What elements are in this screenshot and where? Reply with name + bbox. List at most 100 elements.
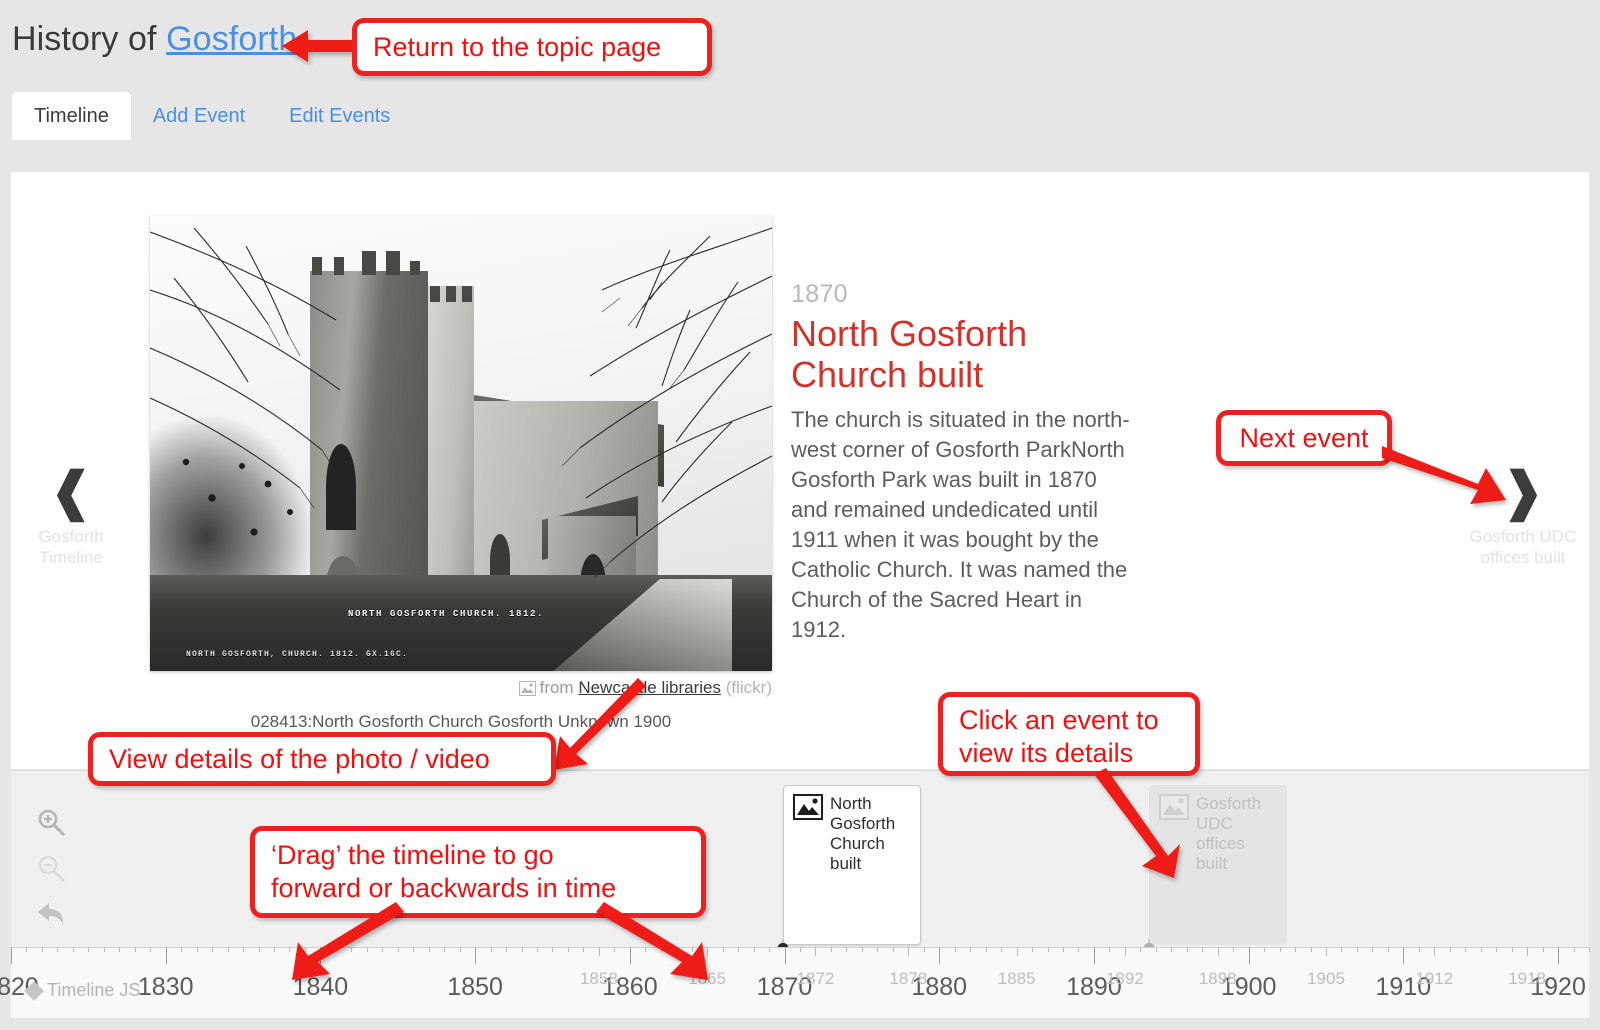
- axis-label-major: 1850: [447, 973, 503, 1001]
- annotation-click-event: Click an event to view its details: [938, 692, 1200, 776]
- axis-tick: [738, 947, 740, 952]
- timeline-track[interactable]: North Gosforth Church built Gosforth UDC…: [11, 771, 1589, 958]
- axis-tick: [1434, 947, 1436, 956]
- annotation-next-event: Next event: [1216, 410, 1392, 466]
- axis-tick: [196, 947, 198, 952]
- photo-tower: [310, 251, 428, 616]
- axis-tick: [1093, 947, 1095, 964]
- axis-tick: [1326, 947, 1327, 956]
- axis-tick: [970, 947, 972, 952]
- next-event-label: Gosforth UDC offices built: [1469, 527, 1577, 567]
- axis-tick: [274, 947, 275, 952]
- annotation-photo-details: View details of the photo / video: [88, 732, 556, 786]
- axis-tick: [846, 947, 848, 952]
- axis-tick: [830, 947, 832, 952]
- axis-tick: [877, 947, 879, 952]
- axis-label-minor: 1872: [796, 969, 835, 988]
- axis-tick: [1496, 947, 1498, 952]
- axis-label-minor: 1918: [1508, 969, 1547, 988]
- axis-tick: [769, 947, 771, 952]
- event-title: North Gosforth Church built: [791, 313, 1028, 395]
- historic-photo[interactable]: NORTH GOSFORTH CHURCH. 1812. NORTH GOSFO…: [150, 216, 772, 671]
- axis-tick: [1449, 947, 1451, 952]
- chevron-left-icon: ❰: [49, 463, 93, 521]
- axis-tick: [1109, 947, 1111, 952]
- axis-tick: [1356, 947, 1358, 952]
- annotation-drag-timeline: ‘Drag’ the timeline to go forward or bac…: [250, 826, 706, 918]
- slide-media: NORTH GOSFORTH CHURCH. 1812. NORTH GOSFO…: [150, 216, 782, 732]
- axis-tick: [1558, 947, 1560, 964]
- axis-tick: [243, 947, 245, 952]
- axis-tick: [103, 947, 105, 952]
- axis-tick: [41, 947, 43, 952]
- photo-tower-window: [326, 444, 356, 530]
- axis-tick: [567, 947, 569, 952]
- annotation-arrow-drag-right: [596, 902, 708, 980]
- timeline-app: History of Gosforth Timeline Add Event E…: [0, 0, 1600, 1030]
- attribution-site: (flickr): [725, 678, 772, 697]
- axis-tick: [800, 947, 801, 952]
- tab-add-event[interactable]: Add Event: [131, 92, 267, 140]
- axis-tick: [861, 947, 863, 952]
- timeline-axis: 1820183018401850186018701880189019001910…: [0, 947, 1590, 1018]
- axis-tick: [985, 947, 987, 952]
- event-date: 1870: [791, 280, 848, 308]
- annotation-return-to-topic: Return to the topic page: [352, 18, 712, 76]
- axis-tick: [459, 947, 461, 952]
- annotation-arrow-drag-left: [292, 902, 404, 980]
- axis-tick: [1186, 947, 1188, 952]
- annotation-arrow-photo-details: [554, 678, 646, 770]
- axis-tick: [939, 947, 941, 964]
- axis-tick: [1032, 947, 1034, 952]
- axis-tick: [428, 947, 430, 952]
- axis-tick: [1573, 947, 1575, 952]
- image-icon: [518, 681, 536, 701]
- tab-edit-events[interactable]: Edit Events: [267, 92, 412, 140]
- axis-tick: [1403, 947, 1405, 964]
- axis-label-minor: 1885: [997, 969, 1036, 988]
- media-attribution: from Newcastle libraries (flickr): [150, 671, 772, 701]
- media-caption: 028413:North Gosforth Church Gosforth Un…: [250, 712, 672, 731]
- axis-tick: [258, 947, 260, 952]
- axis-label-minor: 1905: [1307, 969, 1345, 988]
- image-icon: [793, 794, 823, 936]
- axis-label-minor: 1898: [1198, 969, 1237, 988]
- axis-tick: [1140, 947, 1142, 952]
- axis-tick: [1589, 947, 1590, 952]
- axis-tick: [88, 947, 90, 952]
- photo-emboss-caption: NORTH GOSFORTH CHURCH. 1812.: [348, 609, 545, 619]
- event-body: The church is situated in the north-west…: [791, 407, 1130, 642]
- axis-tick: [521, 947, 523, 952]
- axis-tick: [1233, 947, 1235, 952]
- timeline-event-card-church[interactable]: North Gosforth Church built: [783, 785, 921, 945]
- axis-tick: [506, 947, 508, 952]
- axis-label-minor: 1892: [1105, 969, 1144, 988]
- axis-tick: [212, 947, 214, 952]
- annotation-arrow-next-event: [1382, 446, 1506, 504]
- photo-tower-side: [428, 286, 474, 616]
- slide-panel: NORTH GOSFORTH CHURCH. 1812. NORTH GOSFO…: [11, 172, 1589, 769]
- axis-tick: [119, 947, 121, 952]
- axis-label-minor: 1878: [889, 969, 928, 988]
- axis-tick: [227, 947, 229, 952]
- axis-tick: [1279, 947, 1281, 952]
- axis-tick: [722, 947, 724, 952]
- tab-timeline[interactable]: Timeline: [12, 92, 131, 140]
- axis-tick: [150, 947, 152, 952]
- axis-tick: [134, 947, 136, 952]
- axis-tick: [1124, 947, 1126, 956]
- timeline-navigation[interactable]: North Gosforth Church built Gosforth UDC…: [0, 770, 1590, 1018]
- previous-event-button[interactable]: ❰ Gosforth Timeline: [11, 466, 131, 568]
- axis-label-major: 1830: [137, 973, 194, 1001]
- axis-tick: [1465, 947, 1467, 952]
- axis-tick: [57, 947, 59, 952]
- page-title-prefix: History of: [12, 20, 167, 58]
- axis-tick: [784, 947, 786, 964]
- slide-text: 1870 North Gosforth Church built The chu…: [791, 280, 1136, 645]
- axis-tick: [1387, 947, 1389, 952]
- axis-tick: [490, 947, 492, 952]
- annotation-arrow-click-event: [1094, 768, 1180, 878]
- axis-tick: [583, 947, 585, 952]
- axis-tick: [165, 947, 167, 964]
- axis-tick: [1016, 947, 1018, 956]
